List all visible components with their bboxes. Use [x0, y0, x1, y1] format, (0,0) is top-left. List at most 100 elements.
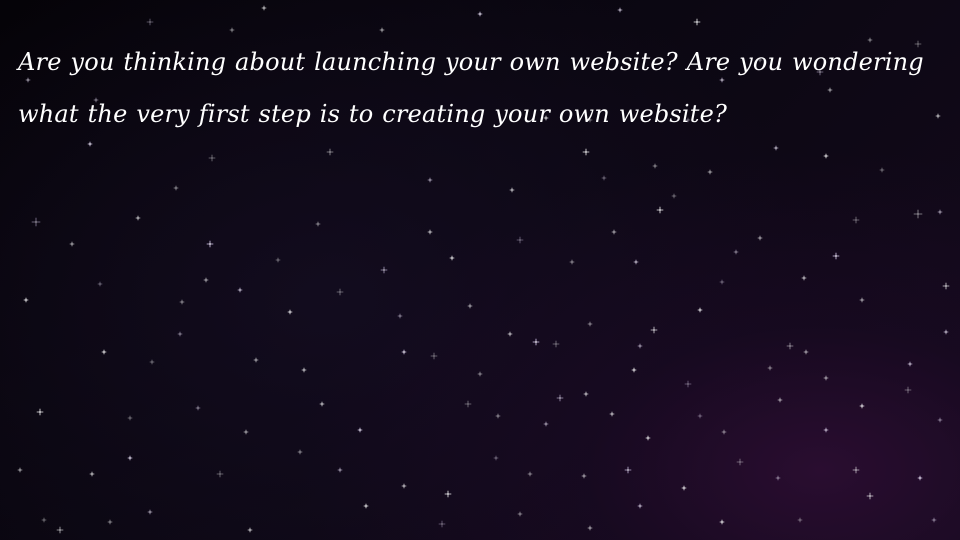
star-sparkle — [336, 288, 344, 296]
star-sparkle — [337, 467, 343, 473]
star-sparkle — [693, 18, 701, 26]
star-sparkle — [363, 503, 369, 509]
star-sparkle — [23, 297, 29, 303]
star-sparkle — [438, 520, 446, 528]
star-sparkle — [942, 282, 950, 290]
star-sparkle — [319, 401, 325, 407]
star-sparkle — [937, 209, 943, 215]
star-sparkle — [637, 503, 643, 509]
star-sparkle — [229, 27, 235, 33]
star-sparkle — [645, 435, 651, 441]
star-sparkle — [56, 526, 64, 534]
star-sparkle — [637, 343, 643, 349]
star-sparkle — [287, 309, 293, 315]
star-sparkle — [243, 429, 249, 435]
star-sparkle — [477, 11, 483, 17]
star-sparkle — [237, 287, 243, 293]
star-sparkle — [516, 236, 524, 244]
star-sparkle — [801, 275, 807, 281]
star-sparkle — [297, 449, 303, 455]
star-sparkle — [449, 255, 455, 261]
star-sparkle — [697, 413, 703, 419]
star-sparkle — [719, 279, 725, 285]
star-sparkle — [609, 411, 615, 417]
star-sparkle — [107, 519, 113, 525]
star-sparkle — [777, 397, 783, 403]
star-sparkle — [203, 277, 209, 283]
star-sparkle — [633, 259, 639, 265]
star-sparkle — [671, 193, 677, 199]
star-sparkle — [684, 380, 692, 388]
star-sparkle — [179, 299, 185, 305]
star-sparkle — [507, 331, 513, 337]
star-sparkle — [556, 394, 564, 402]
star-sparkle — [177, 331, 183, 337]
star-sparkle — [543, 421, 549, 427]
star-sparkle — [736, 458, 744, 466]
star-sparkle — [517, 511, 523, 517]
star-sparkle — [943, 329, 949, 335]
star-sparkle — [135, 215, 141, 221]
star-sparkle — [719, 519, 725, 525]
star-sparkle — [859, 403, 865, 409]
star-sparkle — [767, 365, 773, 371]
star-sparkle — [823, 153, 829, 159]
star-sparkle — [583, 391, 589, 397]
star-sparkle — [275, 257, 281, 263]
star-sparkle — [247, 527, 253, 533]
star-sparkle — [631, 367, 637, 373]
star-sparkle — [601, 175, 607, 181]
star-sparkle — [532, 338, 540, 346]
star-sparkle — [775, 475, 781, 481]
star-sparkle — [427, 177, 433, 183]
star-sparkle — [444, 490, 452, 498]
star-sparkle — [569, 259, 575, 265]
star-sparkle — [931, 517, 937, 523]
star-sparkle — [464, 400, 472, 408]
star-sparkle — [427, 229, 433, 235]
star-sparkle — [401, 483, 407, 489]
star-sparkle — [866, 492, 874, 500]
star-sparkle — [147, 509, 153, 515]
star-sparkle — [907, 361, 913, 367]
star-sparkle — [681, 485, 687, 491]
star-sparkle — [581, 473, 587, 479]
star-sparkle — [127, 415, 133, 421]
star-sparkle — [552, 340, 560, 348]
star-sparkle — [650, 326, 658, 334]
star-sparkle — [36, 408, 44, 416]
star-sparkle — [467, 303, 473, 309]
star-sparkle — [823, 427, 829, 433]
star-sparkle — [261, 5, 267, 11]
star-sparkle — [430, 352, 438, 360]
star-sparkle — [397, 313, 403, 319]
star-sparkle — [41, 517, 47, 523]
star-sparkle — [832, 252, 840, 260]
star-sparkle — [31, 217, 41, 227]
star-sparkle — [582, 148, 590, 156]
star-sparkle — [477, 371, 483, 377]
star-sparkle — [904, 386, 912, 394]
star-sparkle — [357, 427, 363, 433]
star-sparkle — [173, 185, 179, 191]
star-sparkle — [697, 307, 703, 313]
star-sparkle — [652, 163, 658, 169]
star-sparkle — [852, 216, 860, 224]
star-sparkle — [721, 429, 727, 435]
star-sparkle — [216, 470, 224, 478]
star-sparkle — [69, 241, 75, 247]
star-sparkle — [97, 281, 103, 287]
star-sparkle — [146, 18, 154, 26]
star-sparkle — [917, 475, 923, 481]
star-sparkle — [757, 235, 763, 241]
star-sparkle — [913, 209, 923, 219]
star-sparkle — [797, 517, 803, 523]
star-sparkle — [587, 525, 593, 531]
star-sparkle — [859, 297, 865, 303]
star-sparkle — [587, 321, 593, 327]
star-sparkle — [803, 349, 809, 355]
star-sparkle — [786, 342, 794, 350]
star-sparkle — [527, 471, 533, 477]
star-sparkle — [301, 367, 307, 373]
star-sparkle — [206, 240, 214, 248]
